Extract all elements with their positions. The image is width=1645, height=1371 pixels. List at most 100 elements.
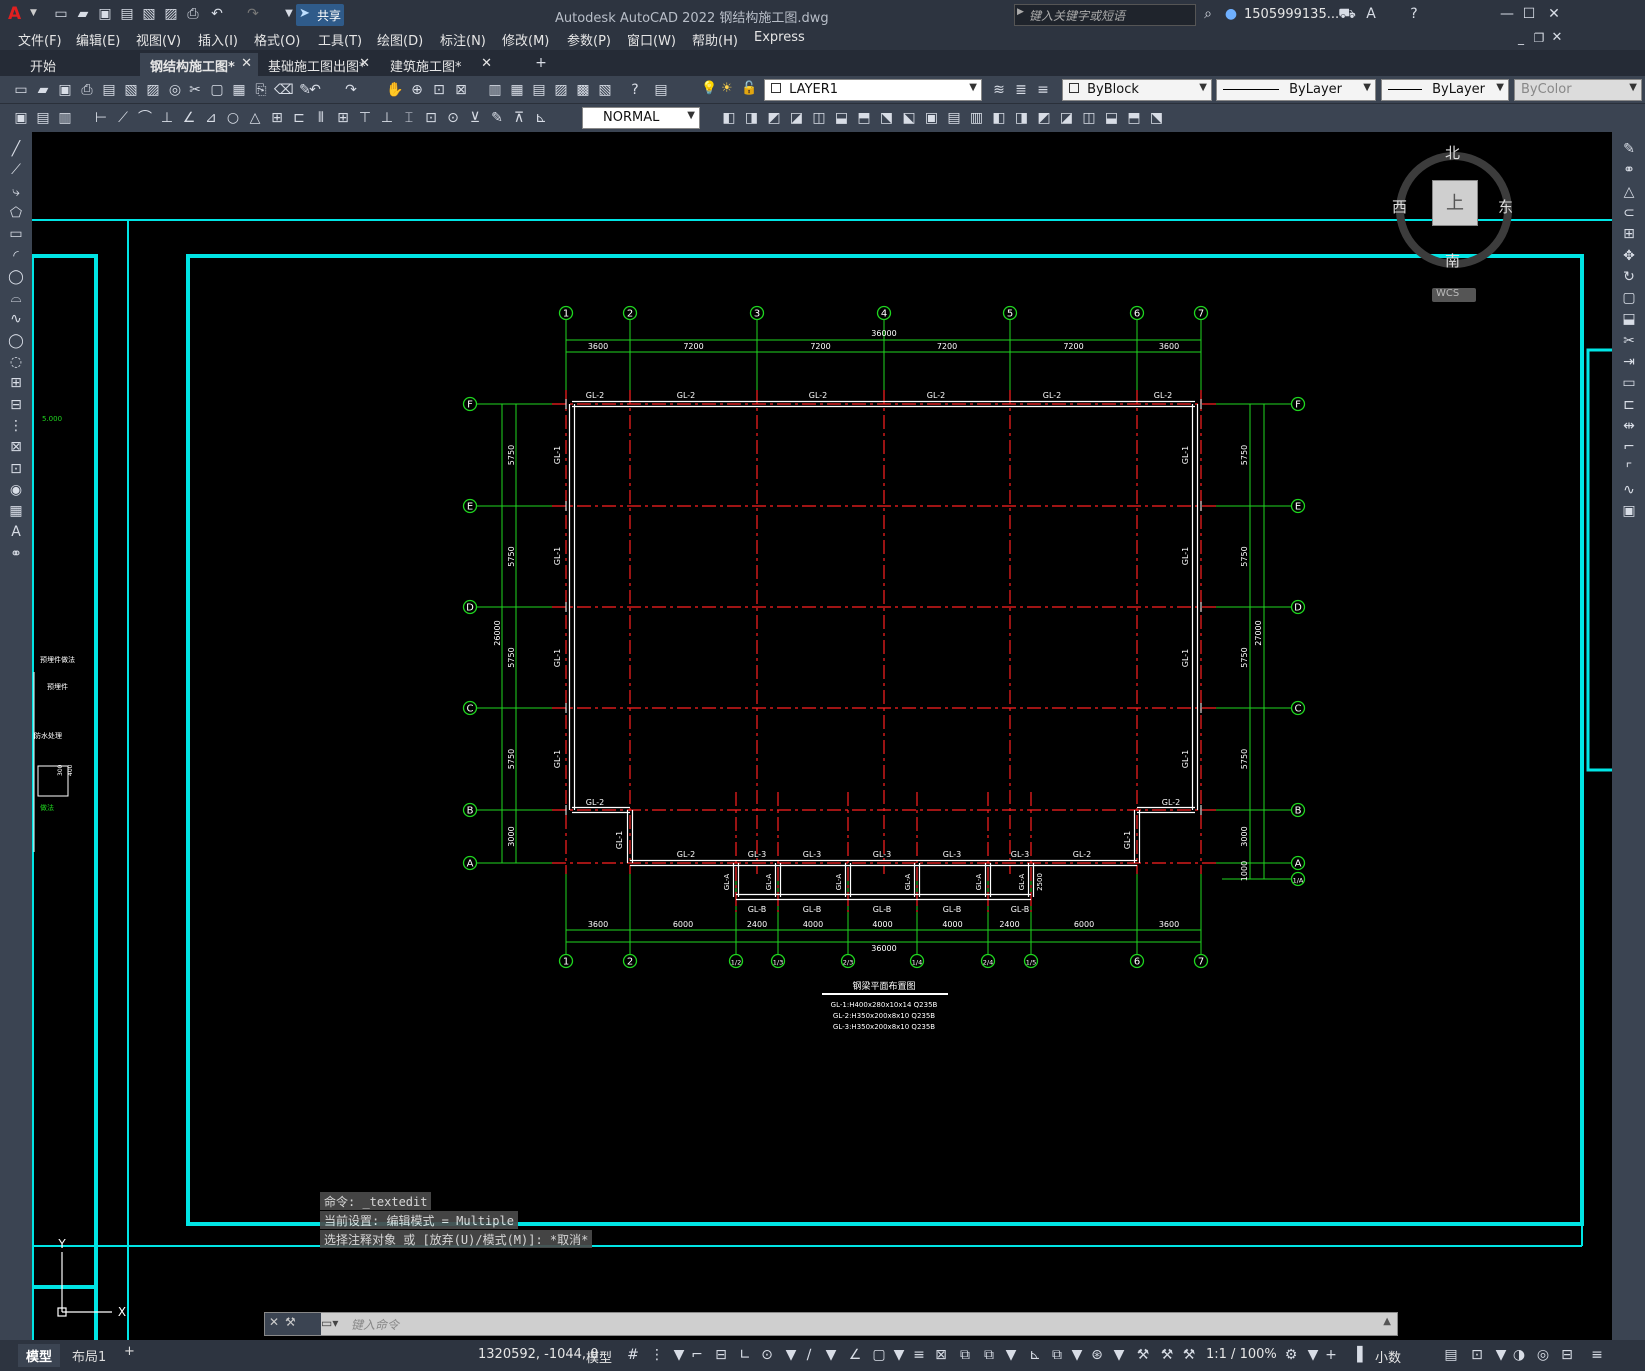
modify-side-1-icon[interactable]: ✎ [1620, 140, 1638, 158]
status-toggle-21-icon[interactable]: ▼ [1068, 1346, 1086, 1364]
status-right-10-icon[interactable]: ⊟ [1558, 1346, 1576, 1364]
nav-tool-3-icon[interactable]: ⊡ [430, 81, 448, 99]
doc-close-icon[interactable]: ✕ [1548, 29, 1566, 47]
dim-util-3-icon[interactable]: ▥ [56, 109, 74, 127]
dim-edit-12-icon[interactable]: ⊾ [532, 109, 550, 127]
modify-tool-6-icon[interactable]: ⬓ [833, 109, 851, 127]
modify-side-6-icon[interactable]: ✥ [1620, 247, 1638, 265]
modify-tool-20-icon[interactable]: ⬔ [1148, 109, 1166, 127]
status-toggle-18-icon[interactable]: ▼ [1002, 1346, 1020, 1364]
share-button[interactable]: ➤ 共享 [296, 4, 344, 26]
app-menu-arrow-icon[interactable]: ▼ [30, 8, 37, 18]
status-right-8-icon[interactable]: ◑ [1510, 1346, 1528, 1364]
clip-tool-5-icon[interactable]: ⌫ [274, 81, 294, 99]
save-icon[interactable]: ▣ [96, 5, 114, 23]
annotation-scale[interactable]: 1:1 / 100% [1206, 1347, 1277, 1362]
menu-help[interactable]: 帮助(H) [692, 30, 738, 49]
plot-icon[interactable]: ⎙ [184, 5, 202, 23]
nav-tool-4-icon[interactable]: ⊠ [452, 81, 470, 99]
cart-icon[interactable]: ⛟ [1338, 5, 1356, 23]
doc-minimize-icon[interactable]: _ [1512, 29, 1530, 47]
dim-tool-7-icon[interactable]: ○ [224, 109, 242, 127]
status-toggle-2-icon[interactable]: ⋮ [648, 1346, 666, 1364]
panel-tool-1-icon[interactable]: ▥ [486, 81, 504, 99]
modify-side-9-icon[interactable]: ⬓ [1620, 310, 1638, 328]
dim-tool-8-icon[interactable]: △ [246, 109, 264, 127]
draw-tool-7-icon[interactable]: ◯ [7, 268, 25, 286]
status-toggle-17-icon[interactable]: ⧉ [980, 1346, 998, 1364]
dim-edit-4-icon[interactable]: ⊤ [356, 109, 374, 127]
draw-tool-20-icon[interactable]: ⚭ [7, 545, 25, 563]
dim-edit-9-icon[interactable]: ⊻ [466, 109, 484, 127]
help-icon[interactable]: ? [1405, 5, 1423, 23]
std-tool-8-icon[interactable]: ◎ [166, 81, 184, 99]
modify-tool-8-icon[interactable]: ⬔ [878, 109, 896, 127]
modify-tool-12-icon[interactable]: ▥ [968, 109, 986, 127]
status-right-2-icon[interactable]: ▼ [1304, 1346, 1322, 1364]
dim-edit-6-icon[interactable]: ⌶ [400, 109, 418, 127]
status-toggle-22-icon[interactable]: ⊛ [1088, 1346, 1106, 1364]
tab-model[interactable]: 模型 [18, 1344, 61, 1367]
status-toggle-20-icon[interactable]: ⧉ [1048, 1346, 1066, 1364]
modify-tool-5-icon[interactable]: ◫ [810, 109, 828, 127]
save-web-icon[interactable]: ▨ [162, 5, 180, 23]
modify-tool-19-icon[interactable]: ⬒ [1125, 109, 1143, 127]
draw-tool-16-icon[interactable]: ⊡ [7, 460, 25, 478]
draw-tool-5-icon[interactable]: ▭ [7, 225, 25, 243]
help-tool-2-icon[interactable]: ▤ [652, 81, 670, 99]
draw-tool-9-icon[interactable]: ∿ [7, 310, 25, 328]
dim-edit-1-icon[interactable]: ⊏ [290, 109, 308, 127]
clip-tool-1-icon[interactable]: ✂ [186, 81, 204, 99]
user-icon[interactable]: ● [1222, 5, 1240, 23]
dim-edit-7-icon[interactable]: ⊡ [422, 109, 440, 127]
status-toggle-1-icon[interactable]: # [624, 1346, 642, 1364]
status-toggle-8-icon[interactable]: ▼ [782, 1346, 800, 1364]
modify-side-8-icon[interactable]: ▢ [1620, 289, 1638, 307]
draw-tool-8-icon[interactable]: ⌓ [7, 289, 25, 307]
clip-tool-4-icon[interactable]: ⎘ [252, 81, 270, 99]
modify-side-16-icon[interactable]: ⌜ [1620, 460, 1638, 478]
modify-tool-3-icon[interactable]: ◩ [765, 109, 783, 127]
modify-side-12-icon[interactable]: ▭ [1620, 374, 1638, 392]
tab-close-icon[interactable]: ✕ [241, 56, 252, 71]
std-tool-4-icon[interactable]: ⎙ [78, 81, 96, 99]
draw-tool-18-icon[interactable]: ▦ [7, 502, 25, 520]
status-toggle-12-icon[interactable]: ▢ [870, 1346, 888, 1364]
std-tool-1-icon[interactable]: ▭ [12, 81, 30, 99]
draw-tool-6-icon[interactable]: ◜ [7, 247, 25, 265]
status-toggle-9-icon[interactable]: ∕ [800, 1346, 818, 1364]
coordinates-readout[interactable]: 1320592, -1044, 0 [478, 1347, 598, 1362]
search-box[interactable]: ▶ 键入关键字或短语 [1014, 4, 1196, 26]
dim-tool-6-icon[interactable]: ⊿ [202, 109, 220, 127]
modify-side-4-icon[interactable]: ⊂ [1620, 204, 1638, 222]
modify-side-14-icon[interactable]: ⇹ [1620, 417, 1638, 435]
units-selector[interactable]: 小数 [1375, 1347, 1401, 1366]
menu-parametric[interactable]: 参数(P) [567, 30, 611, 49]
dim-tool-9-icon[interactable]: ⊞ [268, 109, 286, 127]
tab-close-icon[interactable]: ✕ [481, 56, 492, 71]
menu-file[interactable]: 文件(F) [18, 30, 62, 49]
panel-tool-4-icon[interactable]: ▨ [552, 81, 570, 99]
status-toggle-15-icon[interactable]: ⊠ [932, 1346, 950, 1364]
status-right-9-icon[interactable]: ◎ [1534, 1346, 1552, 1364]
search-icon[interactable]: ⌕ [1199, 5, 1217, 23]
dim-edit-5-icon[interactable]: ⊥ [378, 109, 396, 127]
draw-tool-13-icon[interactable]: ⊟ [7, 396, 25, 414]
status-toggle-13-icon[interactable]: ▼ [890, 1346, 908, 1364]
draw-tool-14-icon[interactable]: ⋮ [7, 417, 25, 435]
dim-tool-4-icon[interactable]: ⊥ [158, 109, 176, 127]
modify-side-2-icon[interactable]: ⚭ [1620, 161, 1638, 179]
modify-tool-14-icon[interactable]: ◨ [1013, 109, 1031, 127]
dim-tool-5-icon[interactable]: ∠ [180, 109, 198, 127]
status-right-1-icon[interactable]: ⚙ [1282, 1346, 1300, 1364]
modify-side-11-icon[interactable]: ⇥ [1620, 353, 1638, 371]
std-tool-6-icon[interactable]: ▧ [122, 81, 140, 99]
modify-tool-10-icon[interactable]: ▣ [923, 109, 941, 127]
status-toggle-7-icon[interactable]: ⊙ [758, 1346, 776, 1364]
draw-tool-19-icon[interactable]: A [7, 523, 25, 541]
dim-edit-3-icon[interactable]: ⊞ [334, 109, 352, 127]
add-layout-icon[interactable]: + [124, 1344, 135, 1359]
menu-tools[interactable]: 工具(T) [318, 30, 362, 49]
panel-tool-5-icon[interactable]: ▩ [574, 81, 592, 99]
autocad-logo-icon[interactable]: A [8, 4, 30, 24]
